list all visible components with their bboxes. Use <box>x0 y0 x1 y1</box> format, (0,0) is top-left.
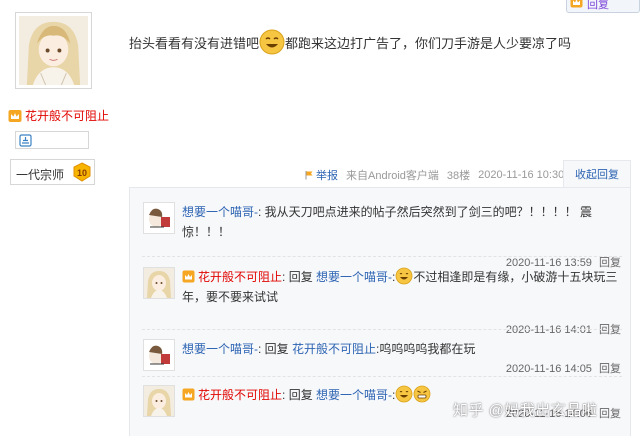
author-avatar-image <box>19 16 88 86</box>
reply-time: 2020-11-16 14:01 <box>505 324 592 336</box>
reply-divider <box>142 376 622 377</box>
cat-avatar-image <box>144 203 174 233</box>
vip-crown-icon <box>182 388 195 401</box>
top-tab-label: 回复 <box>587 0 609 11</box>
reply-target-username[interactable]: 花开般不可阻止 <box>292 342 376 356</box>
reply-divider <box>142 329 622 330</box>
top-reply-tab[interactable]: 回复 <box>566 0 640 13</box>
post-text-part2: 都跑来这边打广告了，你们刀手游是人少要凉了吗 <box>285 35 572 51</box>
author-name[interactable]: 花开般不可阻止 <box>25 107 109 124</box>
vip-crown-icon <box>8 109 22 122</box>
author-avatar[interactable] <box>15 12 92 89</box>
reply-word: 回复 <box>288 388 313 402</box>
reply-target-username[interactable]: 想要一个喵哥- <box>316 388 392 402</box>
member-badge-icon <box>19 134 32 147</box>
reply-avatar[interactable] <box>143 385 175 417</box>
grimace-emoji-icon <box>413 385 431 403</box>
author-level-box[interactable]: 一代宗师 10 <box>10 159 95 185</box>
reply-avatar[interactable] <box>143 202 175 234</box>
post-floor: 38楼 <box>446 170 471 182</box>
reply-avatar[interactable] <box>143 339 175 371</box>
smile-emoji-icon <box>259 29 285 55</box>
smile-emoji-icon <box>395 267 413 285</box>
author-name-row: 花开般不可阻止 <box>8 107 109 124</box>
collapse-replies-button[interactable]: 收起回复 <box>563 160 631 188</box>
reply-button[interactable]: 回复 <box>599 324 621 336</box>
cat-avatar-image <box>144 340 174 370</box>
reply-word: 回复 <box>264 342 289 356</box>
reply-button[interactable]: 回复 <box>599 363 621 375</box>
reply-divider <box>142 256 622 257</box>
post-time: 2020-11-16 10:30 <box>478 169 565 181</box>
reply-username[interactable]: 想要一个喵哥- <box>182 342 258 356</box>
vip-crown-icon <box>182 270 195 283</box>
zhihu-watermark: 知乎 @妈我出玄晶啦 <box>453 402 598 419</box>
level-title: 一代宗师 <box>16 168 65 182</box>
author-badge-box[interactable] <box>15 131 89 149</box>
smile-emoji-icon <box>395 385 413 403</box>
reply-text: 呜呜呜呜我都在玩 <box>379 342 476 356</box>
report-flag-icon <box>305 171 313 180</box>
reply-content: 花开般不可阻止: 回复 想要一个喵哥-: 不过相逢即是有缘，小破游十五块玩三年，… <box>182 267 622 307</box>
reply-username[interactable]: 想要一个喵哥- <box>182 205 258 219</box>
reply-tail: 2020-11-16 14:05 回复 <box>506 360 621 376</box>
reply-content: 想要一个喵哥-: 回复 花开般不可阻止:呜呜呜呜我都在玩 <box>182 342 476 356</box>
vip-crown-icon <box>570 0 583 8</box>
level-number: 10 <box>77 168 87 178</box>
reply-word: 回复 <box>288 270 313 284</box>
author-panel: 花开般不可阻止 一代宗师 10 <box>0 0 115 436</box>
reply-username[interactable]: 花开般不可阻止 <box>198 270 282 284</box>
reply-avatar[interactable] <box>143 267 175 299</box>
level-badge-icon: 10 <box>73 162 91 182</box>
reply-time: 2020-11-16 14:05 <box>505 363 592 375</box>
post-content: 抬头看看有没有进错吧 都跑来这边打广告了，你们刀手游是人少要凉了吗 <box>129 29 571 55</box>
reply-button[interactable]: 回复 <box>599 408 621 420</box>
author-avatar-small-image <box>144 268 174 298</box>
report-label: 举报 <box>316 170 338 182</box>
report-link[interactable]: 举报 <box>304 167 338 183</box>
post-text-part1: 抬头看看有没有进错吧 <box>129 35 260 51</box>
reply-target-username[interactable]: 想要一个喵哥- <box>316 270 392 284</box>
author-avatar-small-image <box>144 386 174 416</box>
post-tail-bar: 举报 来自Android客户端 38楼 2020-11-16 10:30 <box>304 167 564 183</box>
reply-username[interactable]: 花开般不可阻止 <box>198 388 282 402</box>
post-client: 来自Android客户端 <box>346 170 439 182</box>
reply-content: 想要一个喵哥-: 我从天刀吧点进来的帖子然后突然到了剑三的吧？！！！！ 震惊！！… <box>182 205 593 239</box>
